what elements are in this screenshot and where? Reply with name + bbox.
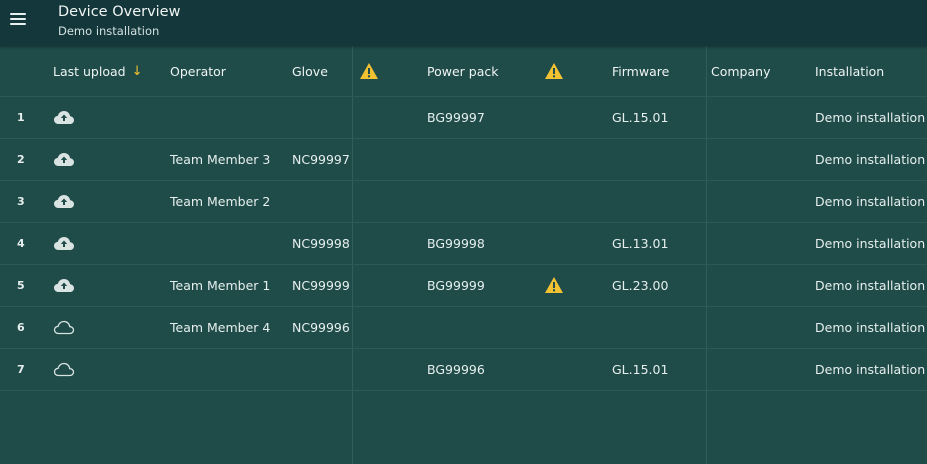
operator-cell: Team Member 4	[170, 319, 271, 335]
firmware-cell: GL.15.01	[612, 361, 669, 377]
row-number: 4	[17, 236, 25, 250]
warning-icon	[544, 264, 564, 306]
glove-warning-column-header[interactable]	[359, 46, 379, 96]
firmware-cell: GL.23.00	[612, 277, 669, 293]
installation-cell: Demo installation	[815, 193, 926, 209]
column-header-label: Last upload	[53, 63, 126, 79]
installation-cell: Demo installation	[815, 277, 926, 293]
column-header-operator[interactable]: Operator	[170, 46, 226, 96]
column-header-company[interactable]: Company	[711, 46, 770, 96]
row-number: 3	[17, 194, 25, 208]
row-number: 1	[17, 110, 25, 124]
warning-icon	[545, 63, 563, 79]
power-pack-cell: BG99999	[427, 277, 485, 293]
installation-cell: Demo installation	[815, 235, 926, 251]
row-number: 6	[17, 320, 25, 334]
table-row[interactable]: 3 Team Member 2 Demo installation	[0, 180, 927, 223]
installation-cell: Demo installation	[815, 319, 926, 335]
table-row[interactable]: 7 BG99996 GL.15.01 Demo installation	[0, 348, 927, 391]
row-number: 5	[17, 278, 25, 292]
warning-icon	[360, 63, 378, 79]
installation-cell: Demo installation	[815, 151, 926, 167]
sort-descending-icon[interactable]: ↓	[132, 64, 143, 79]
table-row[interactable]: 1 BG99997 GL.15.01 Demo installation	[0, 96, 927, 139]
operator-cell: Team Member 3	[170, 151, 271, 167]
cloud-upload-icon	[53, 222, 75, 264]
operator-cell: Team Member 1	[170, 277, 271, 293]
column-header-installation[interactable]: Installation	[815, 46, 884, 96]
page-title: Device Overview	[58, 4, 181, 20]
table-header-row: Last upload ↓ Operator Glove Power pack …	[0, 46, 927, 97]
glove-cell: NC99997	[292, 151, 350, 167]
device-table: Last upload ↓ Operator Glove Power pack …	[0, 46, 927, 464]
power-pack-cell: BG99998	[427, 235, 485, 251]
power-pack-warning-column-header[interactable]	[544, 46, 564, 96]
installation-cell: Demo installation	[815, 361, 926, 377]
table-row[interactable]: 2 Team Member 3 NC99997 Demo installation	[0, 138, 927, 181]
glove-cell: NC99999	[292, 277, 350, 293]
column-header-power-pack[interactable]: Power pack	[427, 46, 498, 96]
glove-cell: NC99996	[292, 319, 350, 335]
power-pack-cell: BG99997	[427, 109, 485, 125]
table-row[interactable]: 5 Team Member 1 NC99999 BG99999 GL.23.00 Demo…	[0, 264, 927, 307]
row-number: 7	[17, 362, 25, 376]
row-number: 2	[17, 152, 25, 166]
cloud-upload-icon	[53, 264, 75, 306]
cloud-upload-icon	[53, 180, 75, 222]
menu-icon[interactable]	[10, 11, 28, 27]
table-row[interactable]: 6 Team Member 4 NC99996 Demo installation	[0, 306, 927, 349]
column-header-firmware[interactable]: Firmware	[612, 46, 669, 96]
cloud-upload-icon	[53, 138, 75, 180]
page-subtitle: Demo installation	[58, 24, 160, 38]
installation-cell: Demo installation	[815, 109, 926, 125]
cloud-outline-icon	[53, 306, 75, 348]
column-header-last-upload[interactable]: Last upload ↓	[53, 46, 143, 96]
table-row[interactable]: 4 NC99998 BG99998 GL.13.01 Demo installation	[0, 222, 927, 265]
app-bar: Device Overview Demo installation	[0, 0, 927, 46]
column-header-glove[interactable]: Glove	[292, 46, 328, 96]
firmware-cell: GL.15.01	[612, 109, 669, 125]
operator-cell: Team Member 2	[170, 193, 271, 209]
glove-cell: NC99998	[292, 235, 350, 251]
cloud-outline-icon	[53, 348, 75, 390]
cloud-upload-icon	[53, 96, 75, 138]
firmware-cell: GL.13.01	[612, 235, 669, 251]
power-pack-cell: BG99996	[427, 361, 485, 377]
